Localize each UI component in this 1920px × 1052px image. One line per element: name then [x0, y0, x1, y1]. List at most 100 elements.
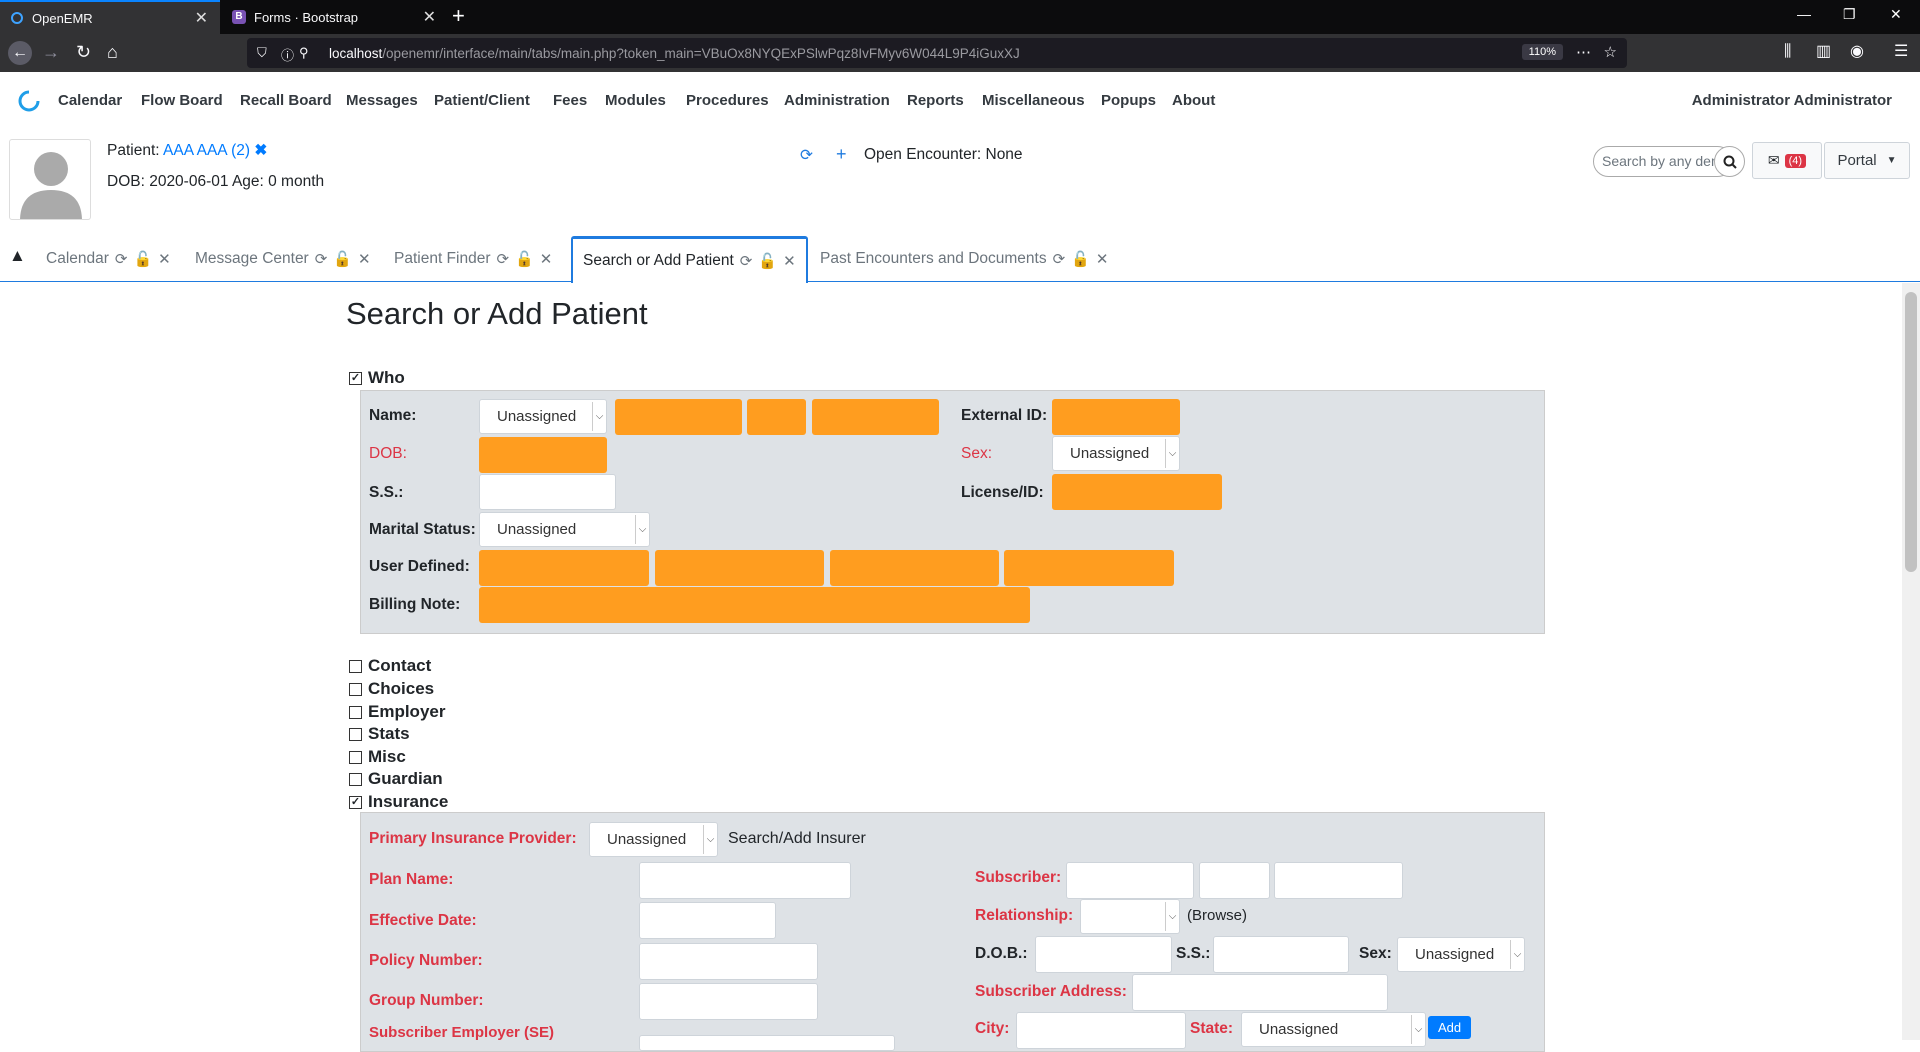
subscriber-dob-input[interactable]: [1035, 936, 1172, 973]
section-employer-toggle[interactable]: Employer: [349, 702, 445, 722]
license-input[interactable]: [1052, 474, 1222, 510]
billing-note-input[interactable]: [479, 587, 1030, 623]
middle-name-input[interactable]: [747, 399, 806, 435]
state-select[interactable]: Unassigned ⌵: [1241, 1012, 1426, 1047]
close-icon[interactable]: ✕: [1096, 250, 1109, 268]
browser-tab-bootstrap[interactable]: B Forms · Bootstrap ✕: [222, 0, 448, 34]
clear-patient-icon[interactable]: ✖: [254, 142, 267, 159]
dob-input[interactable]: [479, 437, 607, 473]
subscriber-address-input[interactable]: [1132, 974, 1388, 1011]
effective-date-input[interactable]: [639, 902, 776, 939]
marital-status-select[interactable]: Unassigned ⌵: [479, 512, 650, 547]
browse-link[interactable]: (Browse): [1187, 907, 1247, 924]
url-bar[interactable]: ⛉ ⓘ ⚲ localhost/openemr/interface/main/t…: [247, 38, 1627, 68]
menu-flow-board[interactable]: Flow Board: [141, 92, 223, 109]
last-name-input[interactable]: [812, 399, 939, 435]
hamburger-menu-icon[interactable]: ☰: [1894, 42, 1908, 62]
user-defined-4-input[interactable]: [1004, 550, 1174, 586]
portal-dropdown-button[interactable]: Portal ▼: [1824, 142, 1910, 179]
section-misc-toggle[interactable]: Misc: [349, 747, 406, 767]
section-guardian-toggle[interactable]: Guardian: [349, 769, 443, 789]
policy-number-input[interactable]: [639, 943, 818, 980]
search-add-insurer-link[interactable]: Search/Add Insurer: [728, 830, 866, 848]
refresh-icon[interactable]: ⟳: [1053, 250, 1066, 268]
section-stats-toggle[interactable]: Stats: [349, 724, 410, 744]
subscriber-employer-input[interactable]: [639, 1035, 895, 1051]
subscriber-ss-input[interactable]: [1213, 936, 1349, 973]
permissions-icon[interactable]: ⚲: [299, 45, 309, 61]
user-menu[interactable]: Administrator Administrator: [1692, 92, 1892, 109]
lock-icon[interactable]: 🔓: [133, 250, 152, 268]
refresh-icon[interactable]: ⟳: [315, 250, 328, 268]
shield-icon[interactable]: ⛉: [257, 45, 267, 61]
menu-procedures[interactable]: Procedures: [686, 92, 769, 109]
tab-calendar[interactable]: Calendar ⟳ 🔓 ✕: [36, 236, 181, 282]
menu-modules[interactable]: Modules: [605, 92, 666, 109]
checked-checkbox-icon[interactable]: ✓: [349, 371, 362, 385]
close-tab-icon[interactable]: ✕: [195, 8, 208, 28]
search-button[interactable]: [1714, 146, 1745, 177]
minimize-icon[interactable]: —: [1797, 6, 1811, 22]
close-icon[interactable]: ✕: [540, 250, 553, 268]
patient-search-input[interactable]: Search by any demographics: [1593, 146, 1733, 177]
new-tab-icon[interactable]: +: [452, 5, 465, 27]
menu-recall-board[interactable]: Recall Board: [240, 92, 332, 109]
group-number-input[interactable]: [639, 983, 818, 1020]
first-name-input[interactable]: [615, 399, 742, 435]
section-contact-toggle[interactable]: Contact: [349, 656, 431, 676]
menu-miscellaneous[interactable]: Miscellaneous: [982, 92, 1085, 109]
menu-administration[interactable]: Administration: [784, 92, 890, 109]
section-who-toggle[interactable]: ✓ Who: [349, 368, 405, 388]
sex-select[interactable]: Unassigned ⌵: [1052, 436, 1180, 471]
tab-search-add-patient[interactable]: Search or Add Patient ⟳ 🔓 ✕: [571, 236, 808, 283]
library-icon[interactable]: ⫼: [1784, 42, 1791, 62]
openemr-logo-icon[interactable]: [18, 90, 40, 117]
page-actions-icon[interactable]: ⋯: [1576, 43, 1591, 61]
checkbox-icon[interactable]: [349, 750, 362, 764]
lock-icon[interactable]: 🔓: [333, 250, 352, 268]
subscriber-first-input[interactable]: [1066, 862, 1194, 899]
collapse-header-icon[interactable]: ▲: [9, 246, 26, 266]
subscriber-last-input[interactable]: [1274, 862, 1403, 899]
account-icon[interactable]: ◉: [1850, 42, 1864, 62]
menu-messages[interactable]: Messages: [346, 92, 418, 109]
tab-message-center[interactable]: Message Center ⟳ 🔓 ✕: [185, 236, 381, 282]
close-icon[interactable]: ✕: [358, 250, 371, 268]
sidebar-toggle-icon[interactable]: ▥: [1816, 42, 1831, 62]
site-info-icon[interactable]: ⓘ: [281, 45, 294, 64]
tab-patient-finder[interactable]: Patient Finder ⟳ 🔓 ✕: [384, 236, 562, 282]
checkbox-icon[interactable]: [349, 727, 362, 741]
zoom-indicator[interactable]: 110%: [1521, 44, 1563, 60]
tab-past-encounters[interactable]: Past Encounters and Documents ⟳ 🔓 ✕: [810, 236, 1118, 282]
forward-icon[interactable]: →: [42, 42, 60, 62]
user-defined-3-input[interactable]: [830, 550, 999, 586]
reload-icon[interactable]: ↻: [76, 42, 91, 62]
menu-calendar[interactable]: Calendar: [58, 92, 122, 109]
messages-button[interactable]: ✉ (4): [1752, 142, 1822, 179]
refresh-icon[interactable]: ⟳: [740, 252, 753, 270]
lock-icon[interactable]: 🔓: [1071, 250, 1090, 268]
restore-icon[interactable]: ❐: [1843, 6, 1856, 23]
close-icon[interactable]: ✕: [158, 250, 171, 268]
menu-popups[interactable]: Popups: [1101, 92, 1156, 109]
checkbox-icon[interactable]: [349, 705, 362, 719]
section-insurance-toggle[interactable]: ✓ Insurance: [349, 792, 448, 812]
subscriber-sex-select[interactable]: Unassigned ⌵: [1397, 937, 1525, 972]
primary-insurance-provider-select[interactable]: Unassigned ⌵: [589, 822, 718, 857]
close-icon[interactable]: ✕: [783, 252, 796, 270]
subscriber-middle-input[interactable]: [1199, 862, 1270, 899]
close-window-icon[interactable]: ✕: [1890, 6, 1902, 23]
relationship-select[interactable]: ⌵: [1080, 899, 1180, 934]
home-icon[interactable]: ⌂: [107, 42, 118, 62]
section-choices-toggle[interactable]: Choices: [349, 679, 434, 699]
bookmark-star-icon[interactable]: ☆: [1604, 43, 1617, 61]
refresh-icon[interactable]: ⟳: [115, 250, 128, 268]
plan-name-input[interactable]: [639, 862, 851, 899]
menu-reports[interactable]: Reports: [907, 92, 964, 109]
menu-about[interactable]: About: [1172, 92, 1215, 109]
lock-icon[interactable]: 🔓: [758, 252, 777, 270]
user-defined-2-input[interactable]: [655, 550, 824, 586]
city-input[interactable]: [1016, 1012, 1186, 1049]
browser-tab-openemr[interactable]: OpenEMR ✕: [0, 0, 220, 34]
ss-input[interactable]: [479, 474, 616, 510]
